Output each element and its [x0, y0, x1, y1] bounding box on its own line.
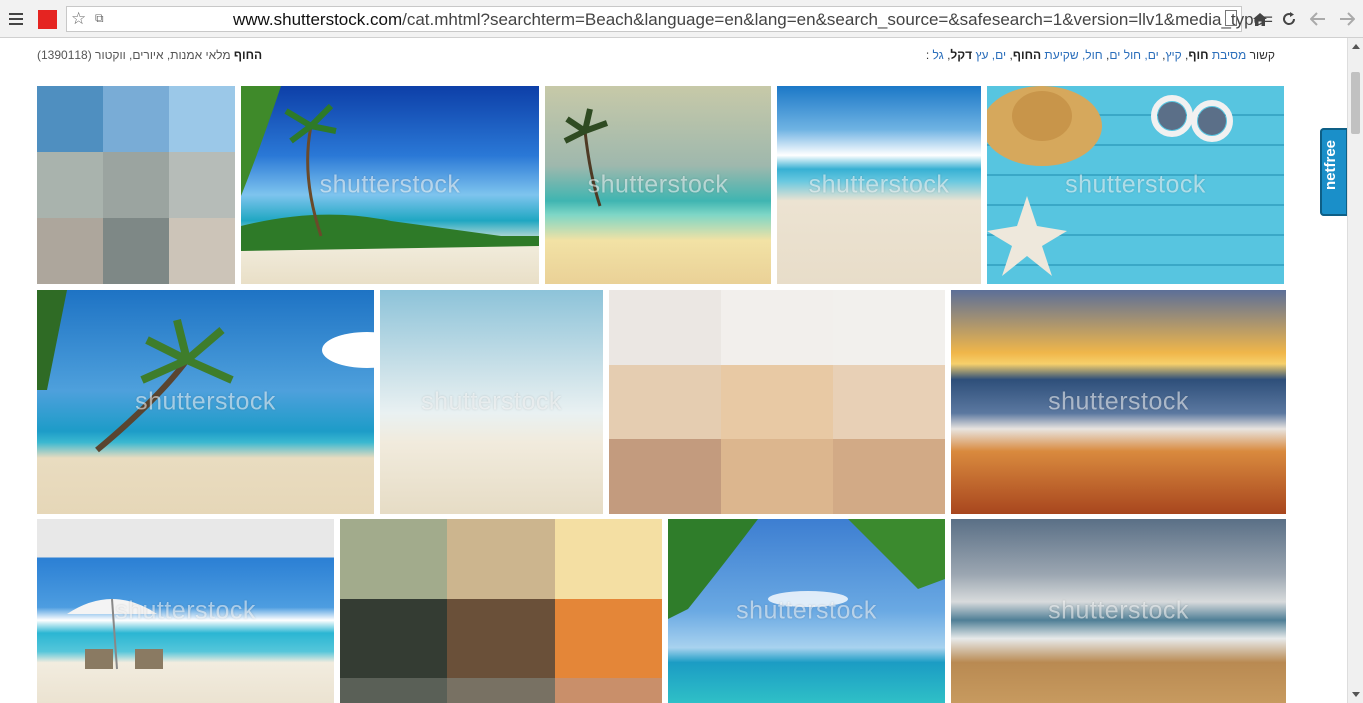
color-swatch: [340, 678, 448, 703]
color-swatch: [103, 152, 169, 218]
related-label: קשור: [1249, 48, 1275, 62]
image-thumb-umbrella-chairs[interactable]: shutterstock: [37, 519, 334, 703]
related-link-text: חול, שקיעת: [1041, 48, 1103, 62]
forward-icon[interactable]: [1337, 9, 1357, 29]
url-text[interactable]: www.shutterstock.com/cat.mhtml?searchter…: [233, 10, 1273, 30]
color-swatch: [169, 86, 235, 152]
back-icon[interactable]: [1308, 9, 1328, 29]
address-bar[interactable]: ☆ ⧉ www.shutterstock.com/cat.mhtml?searc…: [66, 6, 1273, 32]
results-term: החוף: [233, 48, 263, 62]
color-swatch: [833, 439, 945, 514]
scroll-thumb[interactable]: [1351, 72, 1360, 134]
color-swatch: [447, 678, 555, 703]
color-swatch: [833, 364, 945, 440]
color-swatch: [103, 218, 169, 284]
watermark: shutterstock: [421, 387, 562, 416]
image-thumb-shore-waves[interactable]: shutterstock: [951, 519, 1286, 703]
color-swatch: [609, 364, 721, 440]
color-swatch: [169, 218, 235, 284]
related-link-text: ים, עץ: [972, 48, 1007, 62]
url-host: www.shutterstock.com: [233, 10, 403, 29]
color-swatch: [340, 599, 448, 678]
color-palette-thumb[interactable]: [340, 519, 662, 703]
related-link-wave[interactable]: גל: [933, 48, 944, 62]
vertical-scrollbar[interactable]: [1347, 38, 1363, 703]
related-link-palm[interactable]: ים, עץ דקל: [950, 48, 1006, 62]
watermark: shutterstock: [319, 170, 461, 199]
color-palette-thumb[interactable]: [609, 290, 945, 514]
home-icon[interactable]: [1250, 9, 1270, 29]
image-thumb-soft-sand[interactable]: shutterstock: [380, 290, 603, 514]
image-thumb-palm-tree[interactable]: shutterstock: [37, 290, 374, 514]
watermark: shutterstock: [736, 596, 877, 625]
color-swatch: [340, 519, 448, 599]
related-link-text: מסיבת: [1208, 48, 1247, 62]
browser-toolbar: ☆ ⧉ www.shutterstock.com/cat.mhtml?searc…: [0, 0, 1363, 38]
related-searches: קשור מסיבת חוף, קיץ, ים, חול ים, חול, שק…: [926, 48, 1275, 62]
watermark: shutterstock: [1048, 596, 1189, 625]
netfree-badge[interactable]: netfree: [1320, 128, 1348, 216]
related-sep: ,: [1006, 48, 1013, 62]
color-swatch: [37, 218, 103, 284]
related-link-summer[interactable]: קיץ: [1165, 48, 1181, 62]
watermark: shutterstock: [1065, 170, 1206, 199]
color-swatch: [37, 152, 103, 218]
color-swatch: [169, 152, 235, 218]
related-link-bold: חוף: [1188, 48, 1209, 62]
image-thumb-palm-leaves[interactable]: shutterstock: [668, 519, 945, 703]
color-swatch: [721, 439, 833, 514]
image-thumb-sunset-waves[interactable]: shutterstock: [951, 290, 1286, 514]
related-link-sunset[interactable]: חול, שקיעת החוף: [1013, 48, 1103, 62]
permissions-icon[interactable]: ⧉: [95, 11, 104, 26]
color-swatch: [103, 86, 169, 152]
results-count: (החוף מלאי אמנות, איורים, ווקטור (139011…: [37, 48, 262, 62]
color-swatch: [554, 519, 662, 599]
page-content: (החוף מלאי אמנות, איורים, ווקטור (139011…: [0, 38, 1363, 703]
image-thumb-tropical-shore[interactable]: shutterstock: [545, 86, 771, 284]
color-palette-thumb[interactable]: [37, 86, 235, 284]
related-link-bold: דקל: [950, 48, 973, 62]
url-path: /cat.mhtml?searchterm=Beach&language=en&…: [402, 10, 1273, 29]
netfree-label: netfree: [1322, 139, 1339, 190]
color-swatch: [721, 290, 833, 365]
image-thumb-palm-beach[interactable]: shutterstock: [241, 86, 539, 284]
color-swatch: [609, 439, 721, 514]
scroll-down-icon[interactable]: [1352, 692, 1360, 697]
related-link-text: קיץ: [1165, 48, 1182, 62]
related-link-text: ים, חול ים: [1109, 48, 1159, 62]
watermark: shutterstock: [135, 387, 276, 416]
scroll-up-icon[interactable]: [1352, 44, 1360, 49]
watermark: shutterstock: [587, 170, 729, 199]
color-swatch: [609, 290, 721, 365]
color-swatch: [721, 364, 833, 440]
page-icon: [1225, 10, 1237, 26]
watermark: shutterstock: [808, 170, 950, 199]
color-swatch: [447, 599, 555, 678]
watermark: shutterstock: [115, 596, 256, 625]
menu-icon[interactable]: [6, 9, 26, 29]
color-swatch: [833, 290, 945, 365]
color-swatch: [37, 86, 103, 152]
related-sep: :: [925, 48, 933, 62]
color-swatch: [554, 678, 662, 703]
reload-icon[interactable]: [1279, 9, 1299, 29]
related-link-party[interactable]: מסיבת חוף: [1188, 48, 1246, 62]
related-link-text: גל: [932, 48, 944, 62]
related-link-bold: החוף: [1012, 48, 1042, 62]
watermark: shutterstock: [1048, 387, 1189, 416]
color-swatch: [447, 519, 555, 599]
related-link-sea-sand[interactable]: ים, חול ים: [1109, 48, 1158, 62]
image-thumb-hat-starfish[interactable]: shutterstock: [987, 86, 1284, 284]
color-swatch: [554, 599, 662, 678]
star-icon[interactable]: ☆: [71, 9, 86, 29]
results-rest: מלאי אמנות, איורים, ווקטור (1390118: [41, 48, 234, 62]
favicon-icon: [37, 9, 57, 29]
image-thumb-white-sand[interactable]: shutterstock: [777, 86, 981, 284]
